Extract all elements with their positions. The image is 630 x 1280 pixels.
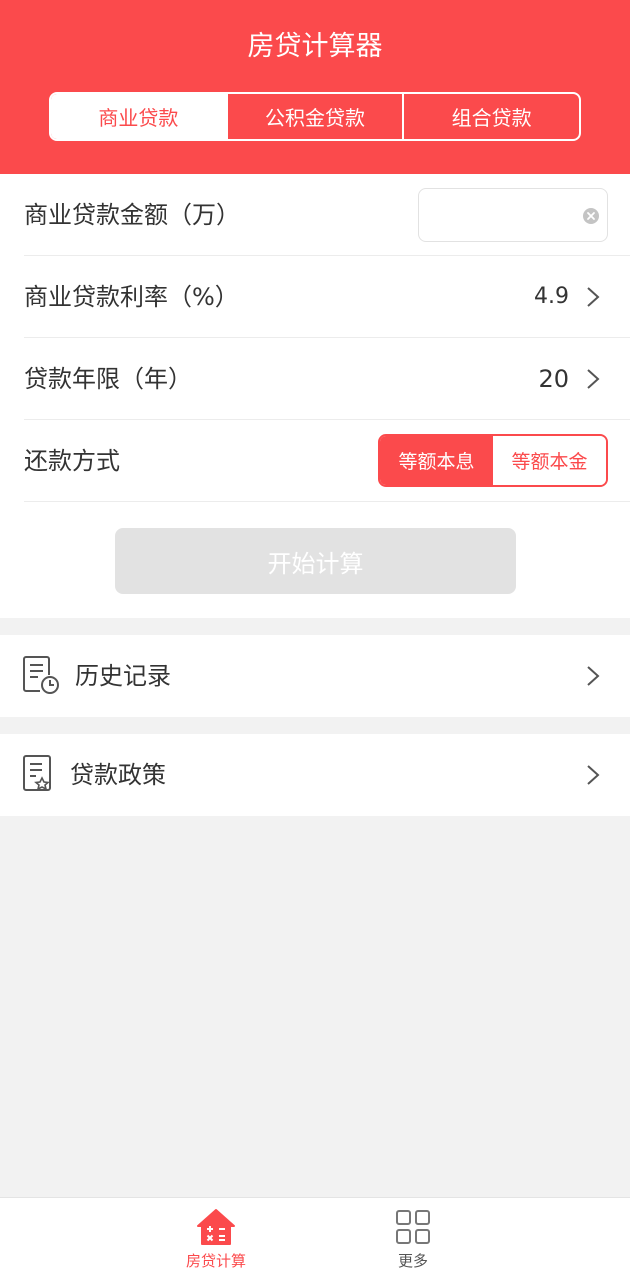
menu-item-history[interactable]: 历史记录 [0, 635, 630, 717]
repayment-label: 还款方式 [24, 447, 120, 475]
divider [24, 501, 630, 502]
chevron-right-icon [587, 369, 600, 389]
header: 房贷计算器 商业贷款 公积金贷款 组合贷款 [0, 0, 630, 174]
chevron-right-icon [587, 287, 600, 307]
policy-icon [23, 755, 51, 791]
amount-label: 商业贷款金额（万） [24, 201, 240, 229]
option-equal-installment[interactable]: 等额本息 [380, 436, 493, 485]
repayment-method-toggle: 等额本息 等额本金 [378, 434, 608, 487]
years-value: 20 [538, 365, 569, 393]
chevron-right-icon [587, 765, 600, 785]
menu-item-loan-policy[interactable]: 贷款政策 [0, 734, 630, 816]
tab-commercial-loan[interactable]: 商业贷款 [51, 94, 226, 139]
repayment-row: 还款方式 等额本息 等额本金 [0, 420, 630, 502]
years-row[interactable]: 贷款年限（年） 20 [0, 338, 630, 420]
tab-provident-fund-loan[interactable]: 公积金贷款 [225, 94, 403, 139]
history-label: 历史记录 [75, 662, 171, 690]
years-label: 贷款年限（年） [24, 365, 192, 393]
loan-policy-label: 贷款政策 [70, 761, 166, 789]
rate-row[interactable]: 商业贷款利率（%） 4.9 [0, 256, 630, 338]
tabbar-label: 房贷计算 [185, 1252, 246, 1270]
history-icon [23, 656, 59, 694]
loan-type-tabs: 商业贷款 公积金贷款 组合贷款 [49, 92, 581, 141]
rate-value: 4.9 [534, 284, 569, 309]
grid-icon [396, 1210, 430, 1244]
amount-input-box[interactable] [418, 188, 608, 242]
tab-combined-loan[interactable]: 组合贷款 [402, 94, 579, 139]
page-title: 房贷计算器 [247, 31, 383, 62]
chevron-right-icon [587, 666, 600, 686]
loan-form: 商业贷款金额（万） 商业贷款利率（%） 4.9 贷款年限（年） 20 还款方式 … [0, 174, 630, 618]
calculate-button[interactable]: 开始计算 [115, 528, 516, 594]
tabbar-label: 更多 [397, 1252, 428, 1270]
bottom-tab-bar: 房贷计算 更多 [0, 1197, 630, 1280]
amount-input[interactable] [427, 197, 577, 233]
tabbar-item-more[interactable]: 更多 [353, 1198, 473, 1280]
option-equal-principal[interactable]: 等额本金 [493, 436, 606, 485]
amount-row: 商业贷款金额（万） [0, 174, 630, 256]
rate-label: 商业贷款利率（%） [24, 283, 239, 311]
tabbar-item-mortgage-calc[interactable]: 房贷计算 [156, 1198, 276, 1280]
clear-icon[interactable] [582, 207, 600, 225]
house-calculator-icon [197, 1209, 235, 1245]
